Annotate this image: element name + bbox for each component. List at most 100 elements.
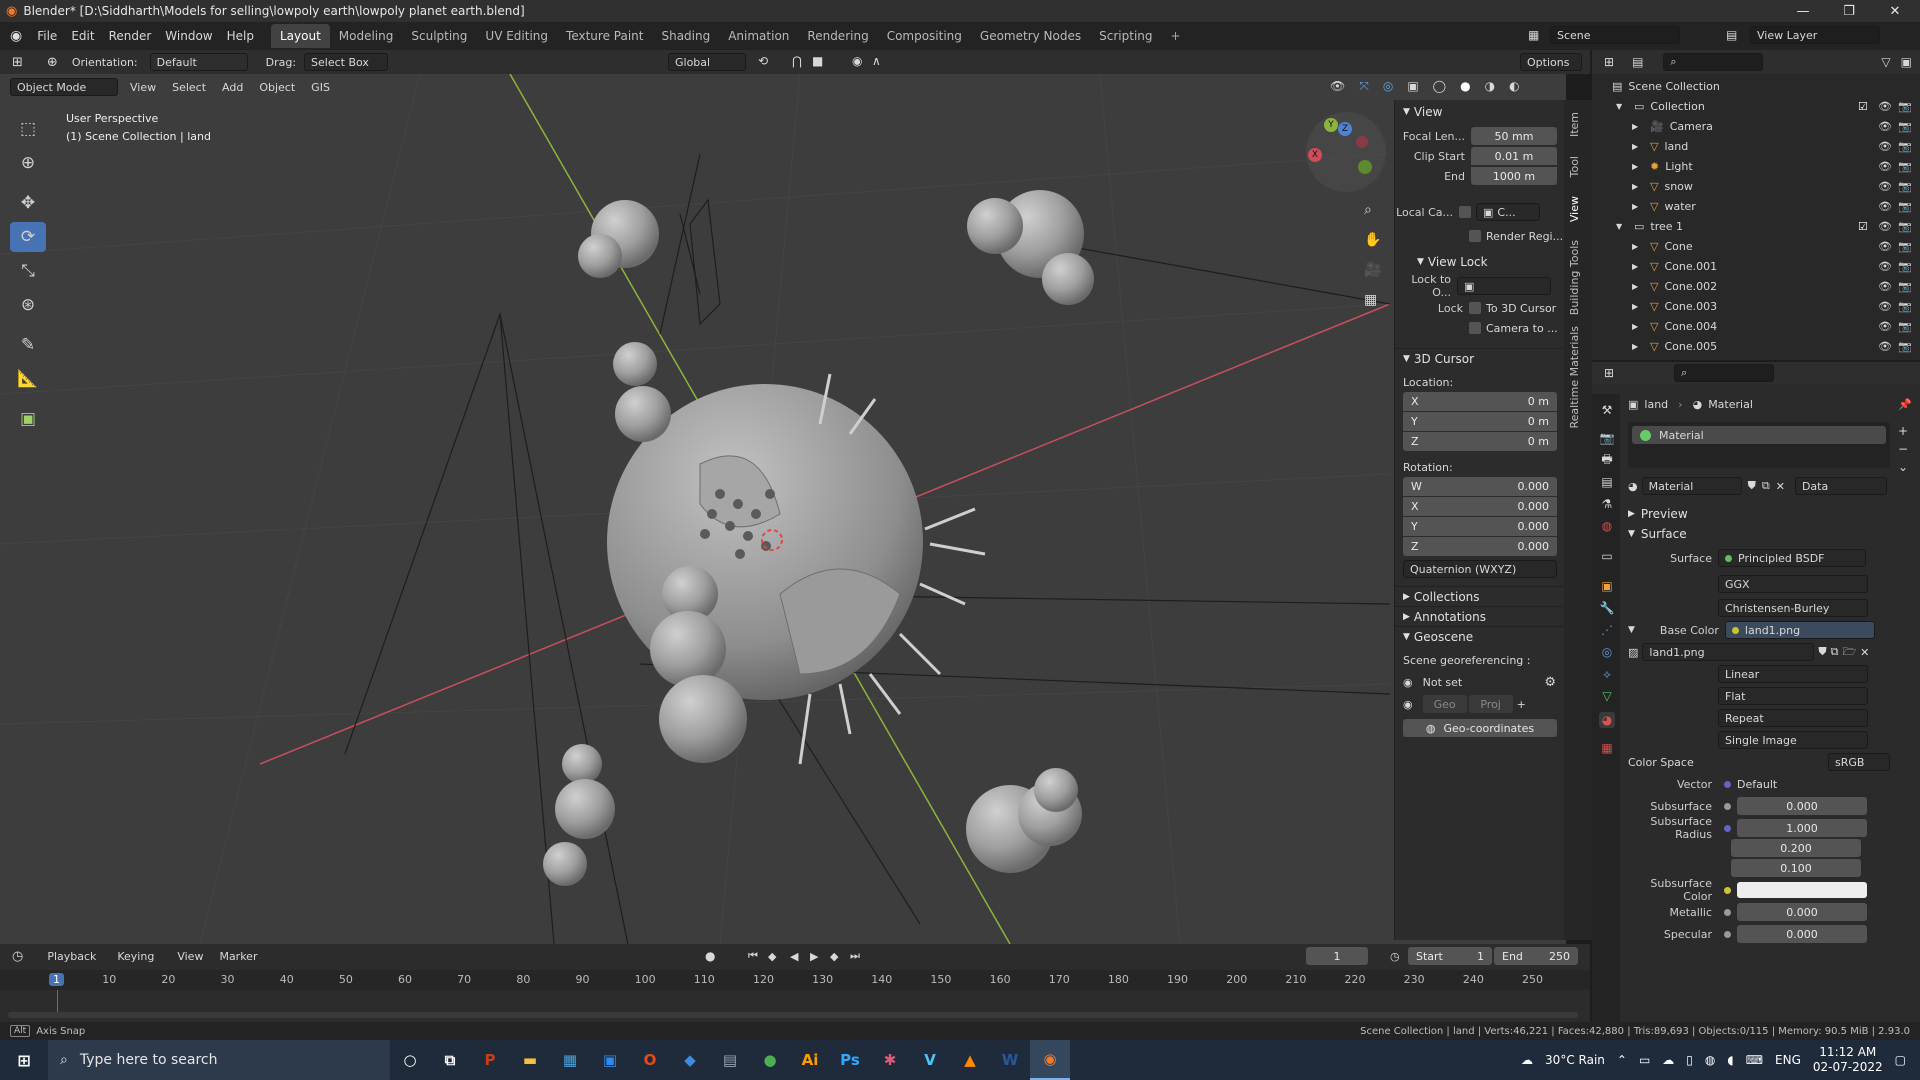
material-shading-icon[interactable]: ◑ xyxy=(1485,79,1495,94)
add-slot-icon[interactable]: + xyxy=(1898,422,1908,440)
slot-menu-icon[interactable]: ⌄ xyxy=(1898,458,1908,476)
surface-shader-field[interactable]: Principled BSDF xyxy=(1718,549,1866,567)
link-dropdown[interactable]: Data xyxy=(1794,477,1887,495)
outliner-item[interactable]: ▶ ▽ Cone.004 👁 📷 xyxy=(1592,316,1920,336)
tray-chevron-icon[interactable]: ⌃ xyxy=(1617,1053,1627,1067)
taskbar-vscode-like-icon[interactable]: V xyxy=(910,1040,950,1080)
prev-keyframe-icon[interactable]: ◆ xyxy=(768,950,776,963)
view-lock-header[interactable]: ▼ View Lock xyxy=(1395,252,1564,272)
taskbar-blender-icon[interactable]: ◉ xyxy=(1030,1040,1070,1080)
scene-icon[interactable]: ▦ xyxy=(1528,28,1539,42)
visibility-eye-icon[interactable]: 👁 xyxy=(1878,180,1892,193)
extension-dropdown[interactable]: Repeat xyxy=(1718,709,1868,727)
visibility-eye-icon[interactable]: 👁 xyxy=(1878,340,1892,353)
annotate-tool[interactable]: ✎ xyxy=(10,330,46,360)
clip-start-field[interactable]: 0.01 m xyxy=(1471,147,1557,165)
viewport-menu-select[interactable]: Select xyxy=(172,81,206,94)
image-dup-icon[interactable]: ⧉ xyxy=(1831,645,1839,659)
distribution-dropdown[interactable]: GGX xyxy=(1718,575,1868,593)
keying-menu[interactable]: Keying xyxy=(111,947,167,965)
outliner-item[interactable]: ▶ ▽ Cone.005 👁 📷 xyxy=(1592,336,1920,356)
cursor-rot-z[interactable]: Z 0.000 xyxy=(1403,537,1557,556)
taskbar-photos-icon[interactable]: ▦ xyxy=(550,1040,590,1080)
material-name-field[interactable]: Material xyxy=(1641,477,1742,495)
network-icon[interactable]: ◍ xyxy=(1705,1053,1715,1067)
taskbar-word-icon[interactable]: W xyxy=(990,1040,1030,1080)
local-camera-checkbox[interactable] xyxy=(1459,206,1471,218)
expand-arrow-icon[interactable]: ▶ xyxy=(1632,122,1644,131)
material-tab-icon[interactable]: ◕ xyxy=(1599,712,1615,728)
scene-tab-icon[interactable]: ⚗ xyxy=(1599,496,1615,512)
menu-file[interactable]: File xyxy=(30,29,64,43)
tab-rendering[interactable]: Rendering xyxy=(798,24,877,48)
subsurface-radius-x[interactable]: 1.000 xyxy=(1737,819,1867,837)
viewport-menu-object[interactable]: Object xyxy=(259,81,295,94)
base-color-field[interactable]: land1.png xyxy=(1724,621,1875,639)
timeline-editor-icon[interactable]: ◷ xyxy=(12,949,23,964)
subsurface-field[interactable]: 0.000 xyxy=(1737,797,1867,815)
expand-arrow-icon[interactable]: ▶ xyxy=(1632,282,1644,291)
projection-dropdown[interactable]: Flat xyxy=(1718,687,1868,705)
taskbar-search-box[interactable]: ⌕ Type here to search xyxy=(48,1040,390,1080)
object-mode-dropdown[interactable]: Object Mode xyxy=(10,78,118,96)
proportional-edit-icon[interactable]: ◉ xyxy=(852,54,862,68)
viewport-menu-gis[interactable]: GIS xyxy=(311,81,330,94)
image-name-field[interactable]: land1.png xyxy=(1642,643,1815,661)
clip-end-field[interactable]: 1000 m xyxy=(1471,167,1557,185)
visibility-eye-icon[interactable]: 👁 xyxy=(1878,160,1892,173)
physics-tab-icon[interactable]: ◎ xyxy=(1599,644,1615,660)
remove-slot-icon[interactable]: − xyxy=(1898,440,1908,458)
tab-shading[interactable]: Shading xyxy=(652,24,719,48)
select-box-tool[interactable]: ⬚ xyxy=(10,114,46,144)
render-camera-icon[interactable]: 📷 xyxy=(1898,180,1912,193)
image-user-icon[interactable]: ⛊ xyxy=(1818,645,1826,659)
tab-uv-editing[interactable]: UV Editing xyxy=(476,24,557,48)
expand-arrow-icon[interactable]: ▶ xyxy=(1632,142,1644,151)
geoscene-header[interactable]: ▼ Geoscene xyxy=(1395,626,1564,646)
gizmo-x[interactable]: X xyxy=(1308,148,1322,162)
drag-dropdown[interactable]: Select Box xyxy=(304,53,389,71)
render-camera-icon[interactable]: 📷 xyxy=(1898,340,1912,353)
taskbar-vlc-icon[interactable]: ▲ xyxy=(950,1040,990,1080)
orientation-dropdown[interactable]: Default xyxy=(149,53,248,71)
cursor-rot-x[interactable]: X 0.000 xyxy=(1403,497,1557,516)
taskbar-store-icon[interactable]: ▣ xyxy=(590,1040,630,1080)
clock[interactable]: 11:12 AM 02-07-2022 xyxy=(1813,1045,1883,1075)
tab-view[interactable]: View xyxy=(1568,196,1581,222)
tab-geometry-nodes[interactable]: Geometry Nodes xyxy=(971,24,1090,48)
image-browse-icon[interactable]: ▨ xyxy=(1628,646,1638,659)
notifications-icon[interactable]: ▢ xyxy=(1895,1053,1906,1067)
navigation-gizmo[interactable]: Y Z X xyxy=(1306,112,1386,192)
transform-orientation-dropdown[interactable]: Global xyxy=(668,53,746,71)
specular-field[interactable]: 0.000 xyxy=(1737,925,1867,943)
world-tab-icon[interactable]: ◍ xyxy=(1599,518,1615,534)
tab-texture-paint[interactable]: Texture Paint xyxy=(557,24,652,48)
cursor-tool[interactable]: ⊕ xyxy=(10,148,46,178)
outliner-search[interactable]: ⌕ xyxy=(1663,53,1764,71)
expand-arrow-icon[interactable]: ▶ xyxy=(1632,302,1644,311)
tab-item[interactable]: Item xyxy=(1568,112,1581,137)
task-view-icon[interactable]: ⧉ xyxy=(430,1040,470,1080)
exclude-checkbox-icon[interactable]: ☑ xyxy=(1858,220,1868,233)
stopwatch-icon[interactable]: ◷ xyxy=(1390,950,1400,963)
object-tab-icon[interactable]: ▣ xyxy=(1599,578,1615,594)
constraints-tab-icon[interactable]: ⟡ xyxy=(1599,666,1615,682)
taskbar-powerpoint-icon[interactable]: P xyxy=(470,1040,510,1080)
expand-arrow-icon[interactable]: ▶ xyxy=(1632,242,1644,251)
menu-render[interactable]: Render xyxy=(102,29,159,43)
add-projection-icon[interactable]: + xyxy=(1517,698,1526,711)
end-frame-field[interactable]: End 250 xyxy=(1494,947,1578,965)
falloff-icon[interactable]: ∧ xyxy=(872,54,881,68)
tool-tab-icon[interactable]: ⚒ xyxy=(1599,402,1615,418)
view-layer-selector[interactable]: View Layer xyxy=(1750,26,1880,44)
view-layer-tab-icon[interactable]: ▤ xyxy=(1599,474,1615,490)
taskbar-chrome-icon[interactable]: ● xyxy=(750,1040,790,1080)
proj-button[interactable]: Proj xyxy=(1468,695,1513,713)
start-frame-field[interactable]: Start 1 xyxy=(1408,947,1492,965)
render-camera-icon[interactable]: 📷 xyxy=(1898,260,1912,273)
subsurface-color-swatch[interactable] xyxy=(1737,882,1867,898)
camera-to-view-checkbox[interactable] xyxy=(1469,322,1481,334)
expand-arrow-icon[interactable]: ▼ xyxy=(1616,102,1628,111)
outliner-item[interactable]: ▶ ▽ Cone.002 👁 📷 xyxy=(1592,276,1920,296)
tab-animation[interactable]: Animation xyxy=(719,24,798,48)
